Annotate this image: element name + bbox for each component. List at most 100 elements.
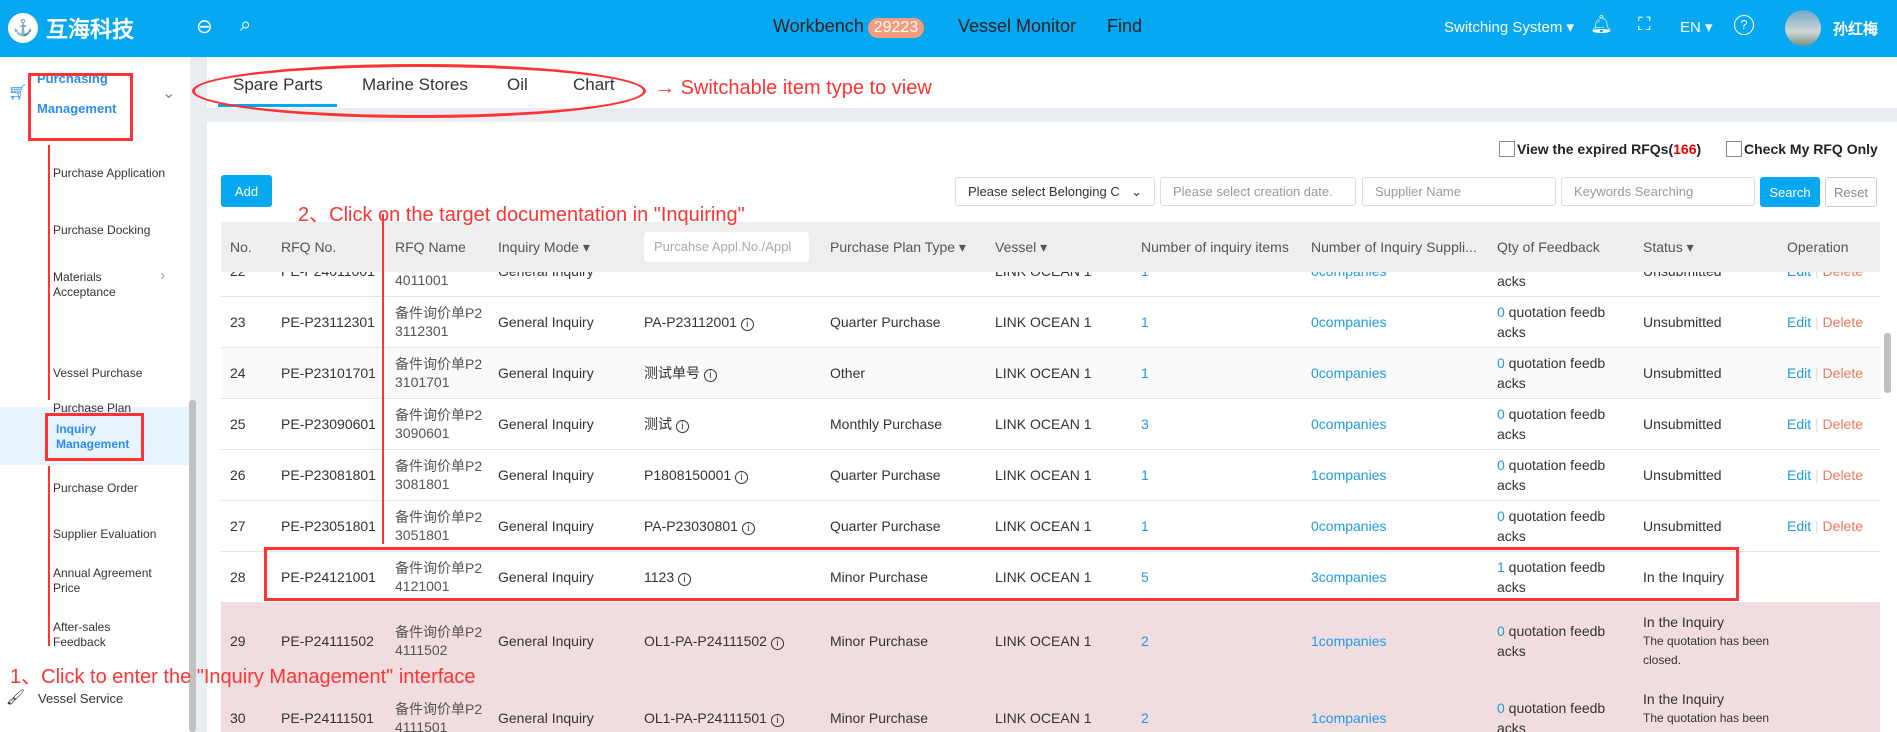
user-name[interactable]: 孙红梅	[1833, 18, 1878, 39]
inquiry-items-link[interactable]: 1	[1141, 365, 1149, 381]
tab-oil[interactable]: Oil	[507, 75, 528, 95]
feedback-count: 0	[1497, 304, 1505, 320]
sidebar-item-inquiry-management[interactable]: Inquiry Management	[56, 422, 136, 452]
back-icon[interactable]: ⊖	[196, 14, 213, 39]
row-no: 29	[230, 633, 246, 649]
inquiry-items-link[interactable]: 1	[1141, 518, 1149, 534]
suppliers-link[interactable]: 0companies	[1311, 518, 1387, 534]
sidebar-item-materials-acceptance[interactable]: Materials Acceptance	[53, 270, 123, 300]
delete-button[interactable]: Delete	[1823, 272, 1863, 279]
inquiry-items-link[interactable]: 1	[1141, 467, 1149, 483]
inquiry-items-link[interactable]: 1	[1141, 272, 1149, 279]
delete-button[interactable]: Delete	[1823, 365, 1863, 381]
suppliers-link[interactable]: 0companies	[1311, 365, 1387, 381]
inquiry-mode: General Inquiry	[498, 416, 594, 432]
delete-button[interactable]: Delete	[1823, 416, 1863, 432]
sidebar-item-purchase-order[interactable]: Purchase Order	[53, 481, 138, 496]
my-rfq-checkbox[interactable]: Check My RFQ Only	[1726, 141, 1878, 157]
nav-vessel-monitor[interactable]: Vessel Monitor	[958, 16, 1076, 37]
logo[interactable]: ⚓ 互海科技	[8, 12, 134, 44]
switching-system-dropdown[interactable]: Switching System ▾	[1444, 18, 1574, 36]
annotation-arrow-1	[48, 145, 50, 400]
inquiry-items-link[interactable]: 1	[1141, 314, 1149, 330]
inquiry-items-link[interactable]: 3	[1141, 416, 1149, 432]
sidebar-item-purchase-plan[interactable]: Purchase Plan	[53, 401, 131, 416]
sidebar-group-purchasing[interactable]: Purchasing Management	[37, 64, 117, 124]
status: Unsubmitted	[1643, 314, 1722, 330]
inquiry-items-link[interactable]: 5	[1141, 569, 1149, 585]
inquiry-mode: General Inquiry	[498, 467, 594, 483]
status-note: The quotation has been closed.	[1643, 711, 1770, 732]
bell-icon[interactable]: 🔔︎	[1590, 14, 1613, 35]
table-row[interactable]: 23 PE-P23112301 备件询价单P2 3112301 General Inq…	[221, 297, 1880, 348]
language-dropdown[interactable]: EN ▾	[1680, 18, 1713, 36]
edit-button[interactable]: Edit	[1787, 365, 1811, 381]
sidebar-item-supplier-evaluation[interactable]: Supplier Evaluation	[53, 527, 156, 542]
sidebar-item-after-sales-feedback[interactable]: After-sales Feedback	[53, 620, 123, 650]
edit-button[interactable]: Edit	[1787, 314, 1811, 330]
sidebar-item-vessel-purchase[interactable]: Vessel Purchase	[53, 366, 142, 381]
active-tab-indicator	[218, 104, 337, 107]
tab-chart[interactable]: Chart	[573, 75, 615, 95]
sidebar-item-annual-agreement-price[interactable]: Annual Agreement Price	[53, 566, 163, 596]
info-icon: i	[703, 369, 717, 382]
delete-button[interactable]: Delete	[1823, 518, 1863, 534]
rfq-name: 备件询价单P2 4111501	[395, 701, 483, 732]
table-row[interactable]: 22 PE-P24011001 备件询价单P2 4011001 General Inq…	[221, 272, 1880, 297]
sidebar-item-purchase-docking[interactable]: Purchase Docking	[53, 223, 150, 238]
nav-workbench[interactable]: Workbench 29223	[773, 16, 925, 38]
rfq-name: 备件询价单P2 3101701	[395, 356, 483, 390]
suppliers-link[interactable]: 3companies	[1311, 569, 1387, 585]
table-row[interactable]: 25 PE-P23090601 备件询价单P2 3090601 General Inq…	[221, 399, 1880, 450]
inquiry-items-link[interactable]: 2	[1141, 633, 1149, 649]
chevron-down-icon[interactable]: ⌄	[162, 83, 175, 103]
search-button[interactable]: Search	[1760, 177, 1820, 207]
table-row[interactable]: 26 PE-P23081801 备件询价单P2 3081801 General Inq…	[221, 450, 1880, 501]
keywords-input[interactable]: Keywords Searching	[1561, 177, 1755, 206]
avatar[interactable]	[1785, 10, 1821, 46]
column-header[interactable]: Purcahse Appl.No./Appl	[644, 232, 809, 262]
edit-button[interactable]: Edit	[1787, 518, 1811, 534]
rfq-no: PE-P24111501	[281, 710, 374, 726]
reset-button[interactable]: Reset	[1825, 177, 1877, 207]
status-note: The quotation has been closed.	[1643, 634, 1770, 667]
status: In the Inquiry	[1643, 614, 1724, 630]
column-header: Inquiry Mode ▾	[498, 238, 590, 255]
suppliers-link[interactable]: 1companies	[1311, 467, 1387, 483]
nav-find[interactable]: Find	[1107, 16, 1142, 37]
logo-icon: ⚓	[8, 13, 38, 43]
supplier-name-input[interactable]: Supplier Name	[1362, 177, 1556, 206]
suppliers-link[interactable]: 1companies	[1311, 633, 1387, 649]
add-button[interactable]: Add	[221, 175, 272, 207]
inquiry-items-link[interactable]: 2	[1141, 710, 1149, 726]
edit-button[interactable]: Edit	[1787, 467, 1811, 483]
delete-button[interactable]: Delete	[1823, 467, 1863, 483]
status: Unsubmitted	[1643, 467, 1722, 483]
vessel: LINK OCEAN 1	[995, 416, 1092, 432]
column-header: Number of inquiry items	[1141, 239, 1289, 255]
delete-button[interactable]: Delete	[1823, 314, 1863, 330]
fullscreen-icon[interactable]: ⛶	[1638, 14, 1651, 35]
edit-button[interactable]: Edit	[1787, 272, 1811, 279]
inquiry-mode: General Inquiry	[498, 710, 594, 726]
feedback-suffix: quotation feedbacks	[1497, 457, 1606, 493]
table-scrollbar[interactable]	[1884, 333, 1891, 393]
tab-marine-stores[interactable]: Marine Stores	[362, 75, 468, 95]
help-icon[interactable]: ?	[1734, 15, 1754, 35]
table-row[interactable]: 27 PE-P23051801 备件询价单P2 3051801 General Inq…	[221, 501, 1880, 552]
sidebar-group-vessel-service[interactable]: Vessel Service	[38, 691, 123, 706]
edit-button[interactable]: Edit	[1787, 416, 1811, 432]
rfq-no: PE-P23101701	[281, 365, 376, 381]
suppliers-link[interactable]: 0companies	[1311, 272, 1387, 279]
creation-date-input[interactable]: Please select creation date.	[1160, 177, 1356, 206]
expired-rfqs-checkbox[interactable]: View the expired RFQs(166)	[1499, 141, 1701, 157]
tab-spare-parts[interactable]: Spare Parts	[233, 75, 323, 95]
suppliers-link[interactable]: 0companies	[1311, 416, 1387, 432]
suppliers-link[interactable]: 0companies	[1311, 314, 1387, 330]
sidebar-item-purchase-application[interactable]: Purchase Application	[53, 166, 165, 181]
suppliers-link[interactable]: 1companies	[1311, 710, 1387, 726]
table-row[interactable]: 24 PE-P23101701 备件询价单P2 3101701 General Inq…	[221, 348, 1880, 399]
table-row[interactable]: 28 PE-P24121001 备件询价单P2 4121001 General Inq…	[221, 552, 1880, 603]
belonging-select[interactable]: Please select Belonging C ⌄	[955, 177, 1155, 206]
search-icon[interactable]: ⌕	[240, 14, 251, 37]
